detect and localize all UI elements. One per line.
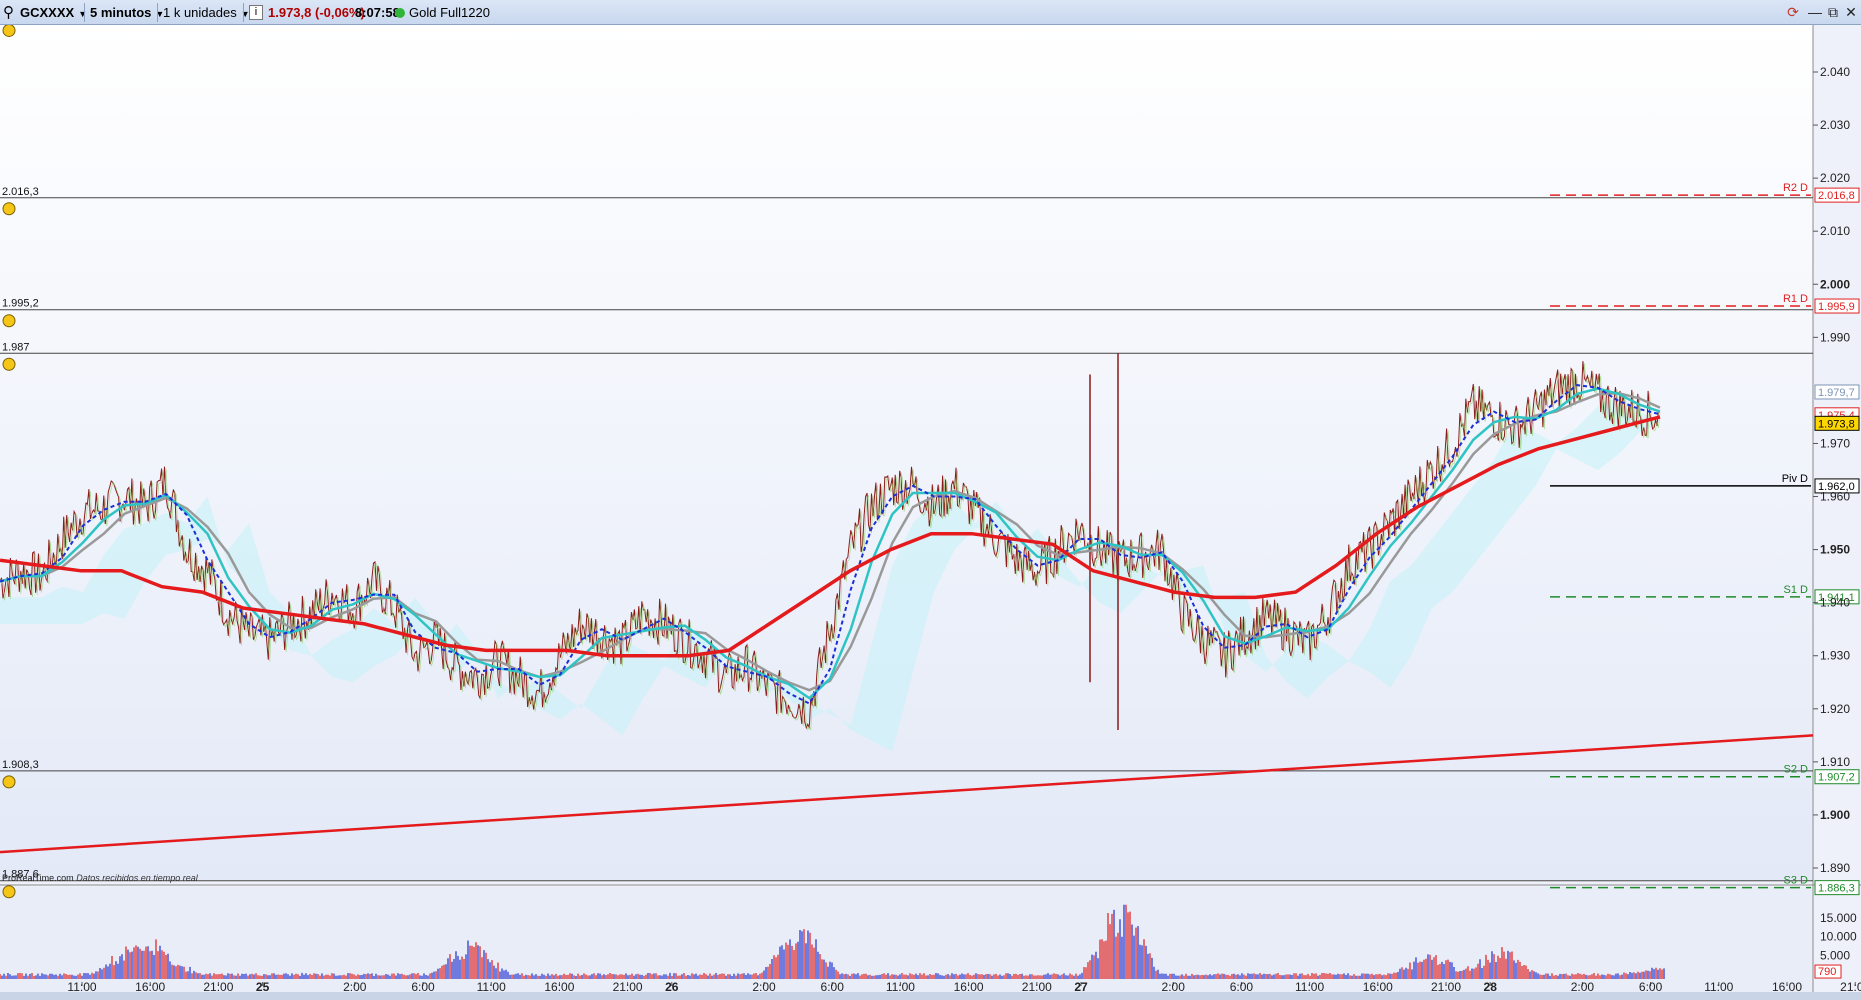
alert-line-value: 2.016,3: [2, 186, 39, 198]
time-tick-label: 11:00: [886, 980, 915, 992]
time-tick-label: 2:00: [1162, 980, 1186, 992]
price-tick-label: 2.000: [1820, 277, 1850, 291]
time-tick-label: 2:00: [343, 980, 367, 992]
bell-icon[interactable]: [2, 25, 16, 37]
price-tick-label: 1.900: [1820, 808, 1850, 822]
time-tick-label: 11:00: [67, 980, 96, 992]
price-tick-label: 2.020: [1820, 171, 1850, 185]
price-tick-label: 1.930: [1820, 649, 1850, 663]
clock-time: 8:07:58: [355, 5, 400, 20]
price-tick-label: 2.030: [1820, 118, 1850, 132]
bell-icon[interactable]: [2, 202, 16, 216]
pivot-label: R1 D: [1783, 293, 1808, 305]
timeframe-selector[interactable]: 5 minutos ▼: [90, 3, 164, 22]
refresh-icon[interactable]: ⟳: [1784, 3, 1802, 22]
time-tick-label: 21:00: [1840, 980, 1861, 992]
time-tick-label: 11:00: [1704, 980, 1733, 992]
price-tick-label: 2.040: [1820, 65, 1850, 79]
price-tick-label: 1.970: [1820, 436, 1850, 450]
bell-icon[interactable]: [2, 357, 16, 371]
units-selector[interactable]: 1 k unidades ▼: [163, 3, 250, 22]
price-tag-label: 1.973,8: [1818, 418, 1855, 430]
bell-icon[interactable]: [2, 314, 16, 328]
price-tick-label: 1.940: [1820, 596, 1850, 610]
info-icon[interactable]: i: [249, 5, 263, 20]
time-tick-label: 16:00: [544, 980, 574, 992]
time-tick-label: 16:00: [135, 980, 165, 992]
alert-line-value: 1.995,2: [2, 298, 39, 310]
price-tag-label: 1.979,7: [1818, 387, 1855, 399]
symbol-label: GCXXXX: [20, 5, 75, 20]
pivot-price-label: 1.886,3: [1818, 883, 1855, 895]
minimize-button[interactable]: —: [1806, 3, 1824, 22]
time-tick-label: 16:00: [1772, 980, 1802, 992]
toolbar: ⚲ GCXXXX ▼ 5 minutos ▼ 1 k unidades ▼ i 1.9…: [0, 0, 1861, 25]
price-axis: 2.040 2.030 2.020 2.010 2.000 1.990 1.970 1.960…: [1813, 65, 1860, 875]
timeframe-label: 5 minutos: [90, 5, 152, 20]
time-tick-label: 25: [256, 980, 270, 992]
price-chart[interactable]: 2.049,92.016,31.995,21.9871.908,31.887,6…: [0, 25, 1861, 992]
app-icon[interactable]: ⚲: [3, 3, 14, 22]
credit-note: Datos recibidos en tiempo real: [76, 873, 198, 883]
time-tick-label: 11:00: [1295, 980, 1324, 992]
price-tick-label: 1.960: [1820, 490, 1850, 504]
time-tick-label: 16:00: [954, 980, 984, 992]
time-tick-label: 2:00: [1571, 980, 1595, 992]
volume-tick-label: 15.000: [1820, 911, 1857, 925]
pivot-label: S3 D: [1784, 875, 1809, 887]
pivot-label: R2 D: [1783, 182, 1808, 194]
price-tick-label: 2.010: [1820, 224, 1850, 238]
time-tick-label: 26: [665, 980, 679, 992]
time-tick-label: 11:00: [477, 980, 506, 992]
restore-button[interactable]: ⧉: [1824, 3, 1842, 22]
time-tick-label: 21:00: [613, 980, 643, 992]
pivot-price-label: 1.907,2: [1818, 772, 1855, 784]
volume-tick-label: 10.000: [1820, 930, 1857, 944]
time-tick-label: 6:00: [1230, 980, 1254, 992]
pivot-label: S2 D: [1784, 764, 1809, 776]
time-tick-label: 21:00: [1022, 980, 1052, 992]
alert-line-value: 1.908,3: [2, 759, 39, 771]
price-tick-label: 1.920: [1820, 702, 1850, 716]
time-tick-label: 16:00: [1363, 980, 1393, 992]
connection-status-icon: [395, 8, 405, 18]
alert-line-value: 1.987: [2, 341, 30, 353]
bell-icon[interactable]: [2, 885, 16, 899]
time-tick-label: 6:00: [411, 980, 435, 992]
instrument-name: Gold Full1220: [409, 5, 490, 20]
volume-tag-label: 790: [1818, 966, 1836, 978]
instrument-status: Gold Full1220: [395, 3, 490, 22]
time-tick-label: 6:00: [821, 980, 845, 992]
pivot-price-label: 2.016,8: [1818, 190, 1855, 202]
time-tick-label: 27: [1074, 980, 1088, 992]
data-credit: ProRealTime.com Datos recibidos en tiemp…: [2, 873, 198, 883]
chevron-down-icon: ▼: [78, 9, 88, 19]
pivot-label: S1 D: [1784, 584, 1809, 596]
volume-tick-label: 5.000: [1820, 948, 1850, 962]
credit-site: ProRealTime.com: [2, 873, 74, 883]
toolbar-divider: [84, 3, 85, 22]
pivot-price-label: 1.995,9: [1818, 301, 1855, 313]
last-price-change: 1.973,8 (-0,06%): [268, 5, 365, 20]
toolbar-divider: [157, 3, 158, 22]
price-tick-label: 1.890: [1820, 861, 1850, 875]
time-tick-label: 6:00: [1639, 980, 1663, 992]
toolbar-divider: [243, 3, 244, 22]
bell-icon[interactable]: [2, 775, 16, 789]
pivot-label: Piv D: [1782, 473, 1808, 485]
close-button[interactable]: ✕: [1842, 3, 1860, 22]
symbol-selector[interactable]: GCXXXX ▼: [20, 3, 87, 22]
price-tick-label: 1.950: [1820, 543, 1850, 557]
time-tick-label: 21:00: [1431, 980, 1461, 992]
price-tick-label: 1.990: [1820, 330, 1850, 344]
time-tick-label: 21:00: [203, 980, 233, 992]
price-tick-label: 1.910: [1820, 755, 1850, 769]
time-tick-label: 28: [1484, 980, 1498, 992]
units-label: 1 k unidades: [163, 5, 237, 20]
horizontal-scrollbar[interactable]: [0, 992, 1861, 1000]
time-tick-label: 2:00: [752, 980, 776, 992]
